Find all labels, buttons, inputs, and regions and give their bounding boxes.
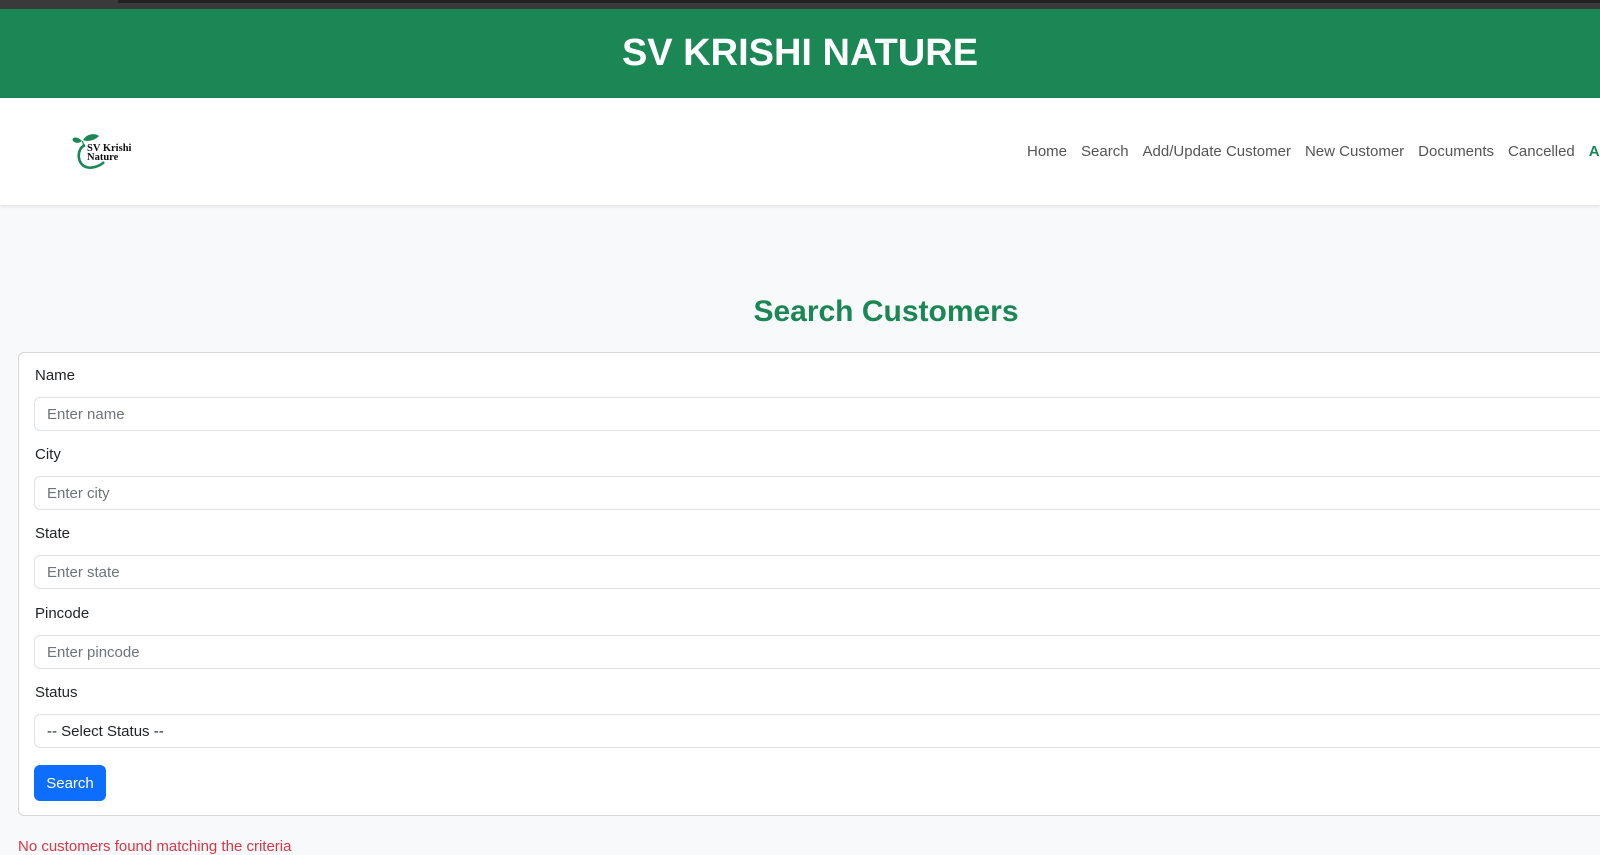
browser-top-strip bbox=[0, 0, 1600, 9]
nav-add-update-customer[interactable]: Add/Update Customer bbox=[1143, 143, 1291, 160]
name-label: Name bbox=[35, 367, 76, 384]
nav-documents[interactable]: Documents bbox=[1418, 143, 1494, 160]
city-label: City bbox=[35, 446, 61, 463]
search-form-card: Name City State Pincode Status -- Select… bbox=[18, 352, 1600, 816]
status-select[interactable]: -- Select Status -- bbox=[34, 714, 1600, 748]
status-select-value: -- Select Status -- bbox=[47, 722, 164, 740]
pincode-input[interactable] bbox=[34, 635, 1600, 669]
nav-cancelled[interactable]: Cancelled bbox=[1508, 143, 1575, 160]
nav-search[interactable]: Search bbox=[1081, 143, 1129, 160]
status-label: Status bbox=[35, 684, 78, 701]
nav-home[interactable]: Home bbox=[1027, 143, 1067, 160]
state-input[interactable] bbox=[34, 555, 1600, 589]
brand-logo[interactable]: SV Krishi Nature bbox=[72, 132, 144, 170]
main-nav: Home Search Add/Update Customer New Cust… bbox=[1027, 98, 1600, 205]
page-title: Search Customers bbox=[753, 295, 1019, 328]
logo-text-line2: Nature bbox=[87, 152, 119, 163]
site-banner: SV KRISHI NATURE bbox=[0, 9, 1600, 98]
banner-title: SV KRISHI NATURE bbox=[621, 32, 979, 74]
no-results-message: No customers found matching the criteria bbox=[18, 838, 292, 855]
navbar: SV Krishi Nature Home Search Add/Update … bbox=[0, 98, 1600, 205]
logo-leaf-left bbox=[72, 137, 82, 143]
nav-active-item[interactable]: Al bbox=[1589, 143, 1600, 160]
logo-leaf-right bbox=[83, 134, 99, 141]
browser-top-strip-inner bbox=[118, 0, 1600, 3]
state-label: State bbox=[35, 525, 71, 542]
name-input[interactable] bbox=[34, 397, 1600, 431]
search-button[interactable]: Search bbox=[34, 765, 106, 801]
pincode-label: Pincode bbox=[35, 605, 90, 622]
nav-new-customer[interactable]: New Customer bbox=[1305, 143, 1404, 160]
city-input[interactable] bbox=[34, 476, 1600, 510]
